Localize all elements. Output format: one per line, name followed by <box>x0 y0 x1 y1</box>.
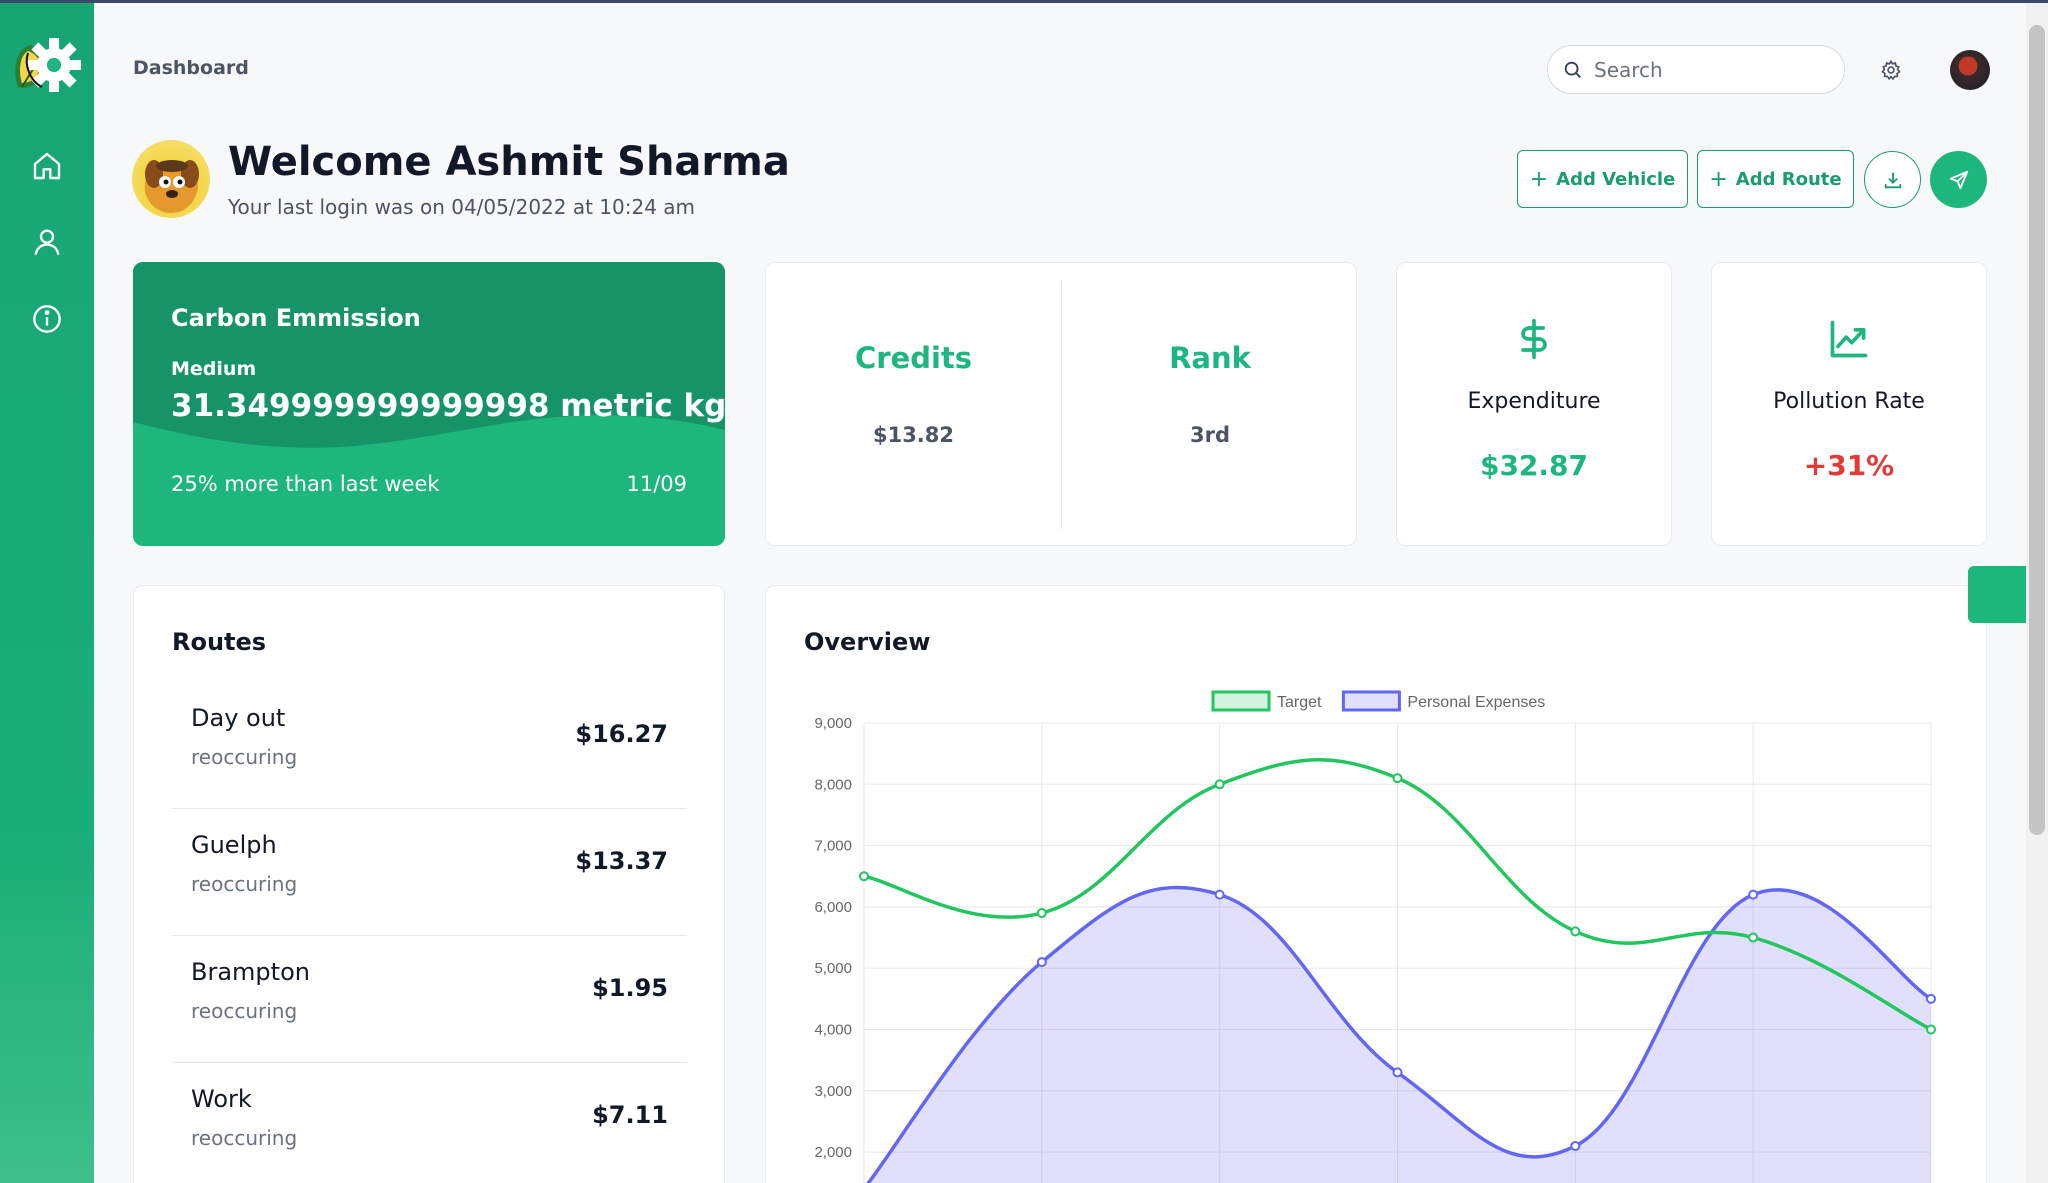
route-price: $7.11 <box>592 1101 668 1129</box>
route-item[interactable]: Day out reoccuring $16.27 <box>172 682 687 809</box>
add-vehicle-label: Add Vehicle <box>1556 168 1676 190</box>
pollution-rate-card: Pollution Rate +31% <box>1711 262 1987 546</box>
search-input[interactable] <box>1594 57 1824 82</box>
trending-up-icon <box>1830 320 1868 358</box>
breadcrumb[interactable]: Dashboard <box>133 57 249 79</box>
data-point <box>1036 908 1047 919</box>
data-point <box>1570 926 1581 937</box>
carbon-comparison: 25% more than last week <box>171 472 440 496</box>
sidebar <box>0 3 94 1183</box>
plus-icon: + <box>1709 166 1728 192</box>
route-name: Guelph <box>191 831 277 859</box>
dollar-icon <box>1521 318 1547 360</box>
plus-icon: + <box>1529 166 1549 192</box>
add-route-button[interactable]: + Add Route <box>1697 150 1854 208</box>
y-tick-label: 5,000 <box>814 960 852 977</box>
route-item[interactable]: Brampton reoccuring $1.95 <box>172 936 687 1063</box>
credits-value: $13.82 <box>872 423 955 447</box>
route-item[interactable]: Work reoccuring $7.11 <box>172 1063 687 1183</box>
user-icon[interactable] <box>28 223 66 261</box>
route-type: reoccuring <box>191 1126 298 1150</box>
y-tick-label: 3,000 <box>814 1083 852 1100</box>
data-point <box>1748 932 1759 943</box>
route-name: Work <box>191 1085 252 1113</box>
pollution-label: Pollution Rate <box>1773 389 1925 414</box>
scrollbar-thumb[interactable] <box>2029 25 2045 835</box>
legend-label: Target <box>1277 694 1322 711</box>
route-price: $13.37 <box>575 847 668 875</box>
route-price: $16.27 <box>575 720 668 748</box>
data-point <box>1926 1024 1936 1035</box>
y-tick-label: 9,000 <box>814 715 852 732</box>
add-vehicle-button[interactable]: + Add Vehicle <box>1517 150 1688 208</box>
carbon-value: 31.349999999999998 metric kgs <box>171 388 725 424</box>
route-name: Brampton <box>191 958 310 986</box>
y-tick-label: 7,000 <box>814 838 852 855</box>
divider <box>1061 281 1062 529</box>
data-point <box>1748 889 1759 900</box>
carbon-emission-card: Carbon Emmission Medium 31.3499999999999… <box>133 262 725 546</box>
search-box[interactable] <box>1547 45 1845 94</box>
search-icon <box>1564 61 1581 78</box>
carbon-date: 11/09 <box>626 472 687 496</box>
overview-chart: 9,000 8,000 7,000 6,000 5,000 4,000 3,000 2,000… <box>814 690 1936 1183</box>
y-tick-label: 6,000 <box>814 899 852 916</box>
credits-label: Credits <box>854 341 973 375</box>
data-point <box>1214 779 1225 790</box>
send-icon <box>1949 170 1968 189</box>
welcome-title: Welcome Ashmit Sharma <box>228 139 790 185</box>
data-point <box>1036 957 1047 968</box>
window-top-border <box>0 0 2048 3</box>
legend-label: Personal Expenses <box>1407 694 1545 711</box>
data-point <box>1926 993 1936 1004</box>
carbon-title: Carbon Emmission <box>171 304 421 332</box>
overview-card: Overview 9,000 8,000 7,000 6,000 5,000 4,000 3… <box>765 585 1987 1183</box>
app-logo[interactable] <box>8 31 86 105</box>
data-point <box>1570 1140 1581 1151</box>
expenditure-value: $32.87 <box>1479 449 1589 482</box>
route-type: reoccuring <box>191 999 298 1023</box>
data-point <box>1392 1067 1403 1078</box>
legend-swatch <box>1211 690 1271 712</box>
download-button[interactable] <box>1864 151 1921 208</box>
route-type: reoccuring <box>191 745 298 769</box>
expenditure-card: Expenditure $32.87 <box>1396 262 1672 546</box>
routes-title: Routes <box>172 628 267 656</box>
info-icon[interactable] <box>28 300 66 338</box>
expenditure-label: Expenditure <box>1467 389 1601 414</box>
last-login-text: Your last login was on 04/05/2022 at 10:… <box>228 195 696 219</box>
add-route-label: Add Route <box>1735 168 1842 190</box>
data-point <box>1392 773 1403 784</box>
data-point <box>1214 889 1225 900</box>
route-price: $1.95 <box>592 974 668 1002</box>
gear-icon[interactable] <box>1876 55 1906 85</box>
credits-rank-card: Credits $13.82 Rank 3rd <box>765 262 1357 546</box>
user-avatar <box>132 140 210 218</box>
profile-avatar[interactable] <box>1950 50 1990 90</box>
legend-swatch <box>1341 690 1401 712</box>
route-type: reoccuring <box>191 872 298 896</box>
home-icon[interactable] <box>28 147 66 185</box>
send-button[interactable] <box>1930 151 1987 208</box>
data-point <box>859 871 869 882</box>
route-name: Day out <box>191 704 286 732</box>
y-tick-label: 4,000 <box>814 1022 852 1039</box>
y-tick-label: 2,000 <box>814 1144 852 1161</box>
carbon-level: Medium <box>171 358 257 380</box>
pollution-value: +31% <box>1803 449 1895 482</box>
download-icon <box>1884 172 1901 188</box>
y-tick-label: 8,000 <box>814 776 852 793</box>
rank-value: 3rd <box>1189 423 1230 447</box>
routes-card: Routes Day out reoccuring $16.27 Guelph … <box>133 585 725 1183</box>
route-item[interactable]: Guelph reoccuring $13.37 <box>172 809 687 936</box>
rank-label: Rank <box>1169 341 1251 375</box>
